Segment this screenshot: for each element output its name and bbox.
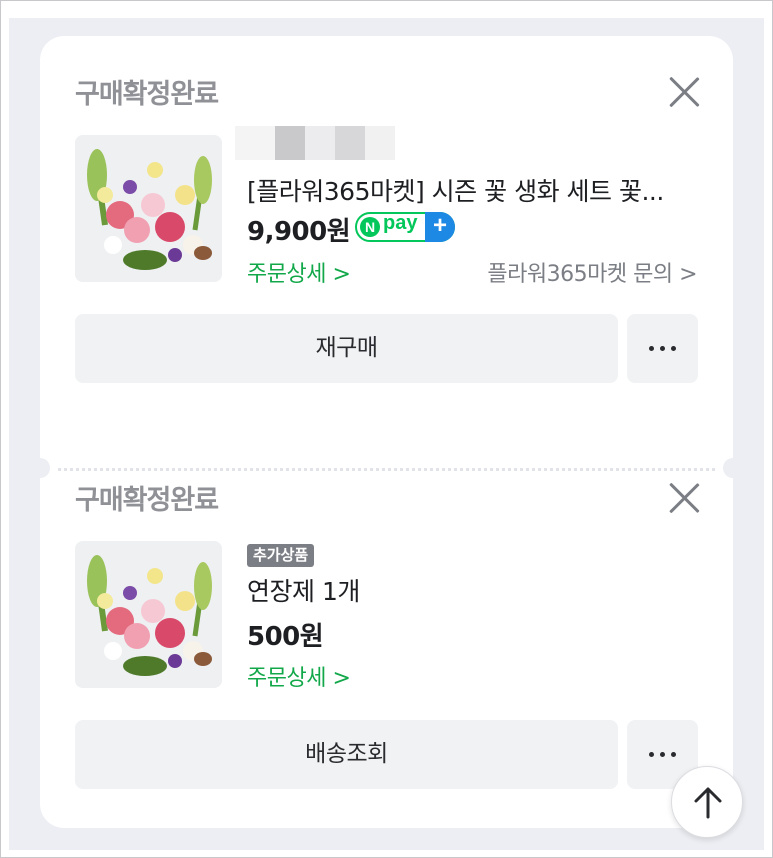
product-price: 500원 <box>247 622 324 652</box>
additional-product-badge: 추가상품 <box>247 544 315 567</box>
flower-bouquet-thumbnail-icon <box>75 541 222 688</box>
order-detail-link[interactable]: 주문상세 > <box>247 660 351 692</box>
order-item-2: 구매확정완료 추가상품 연장제 1개 500원 주문상세 > 배송조회 <box>40 36 733 828</box>
more-dots-icon <box>649 752 676 757</box>
close-icon[interactable] <box>667 481 701 515</box>
product-title[interactable]: 연장제 1개 <box>247 572 360 608</box>
product-thumbnail[interactable] <box>75 541 222 688</box>
track-delivery-button[interactable]: 배송조회 <box>75 720 618 789</box>
scroll-to-top-button[interactable] <box>671 766 743 838</box>
arrow-up-icon <box>694 787 722 819</box>
order-status: 구매확정완료 <box>75 485 219 516</box>
order-card: 구매확정완료 [플라워365마켓] 시즌 꽃 생화 세트 꽃... 9,900원… <box>30 36 743 828</box>
